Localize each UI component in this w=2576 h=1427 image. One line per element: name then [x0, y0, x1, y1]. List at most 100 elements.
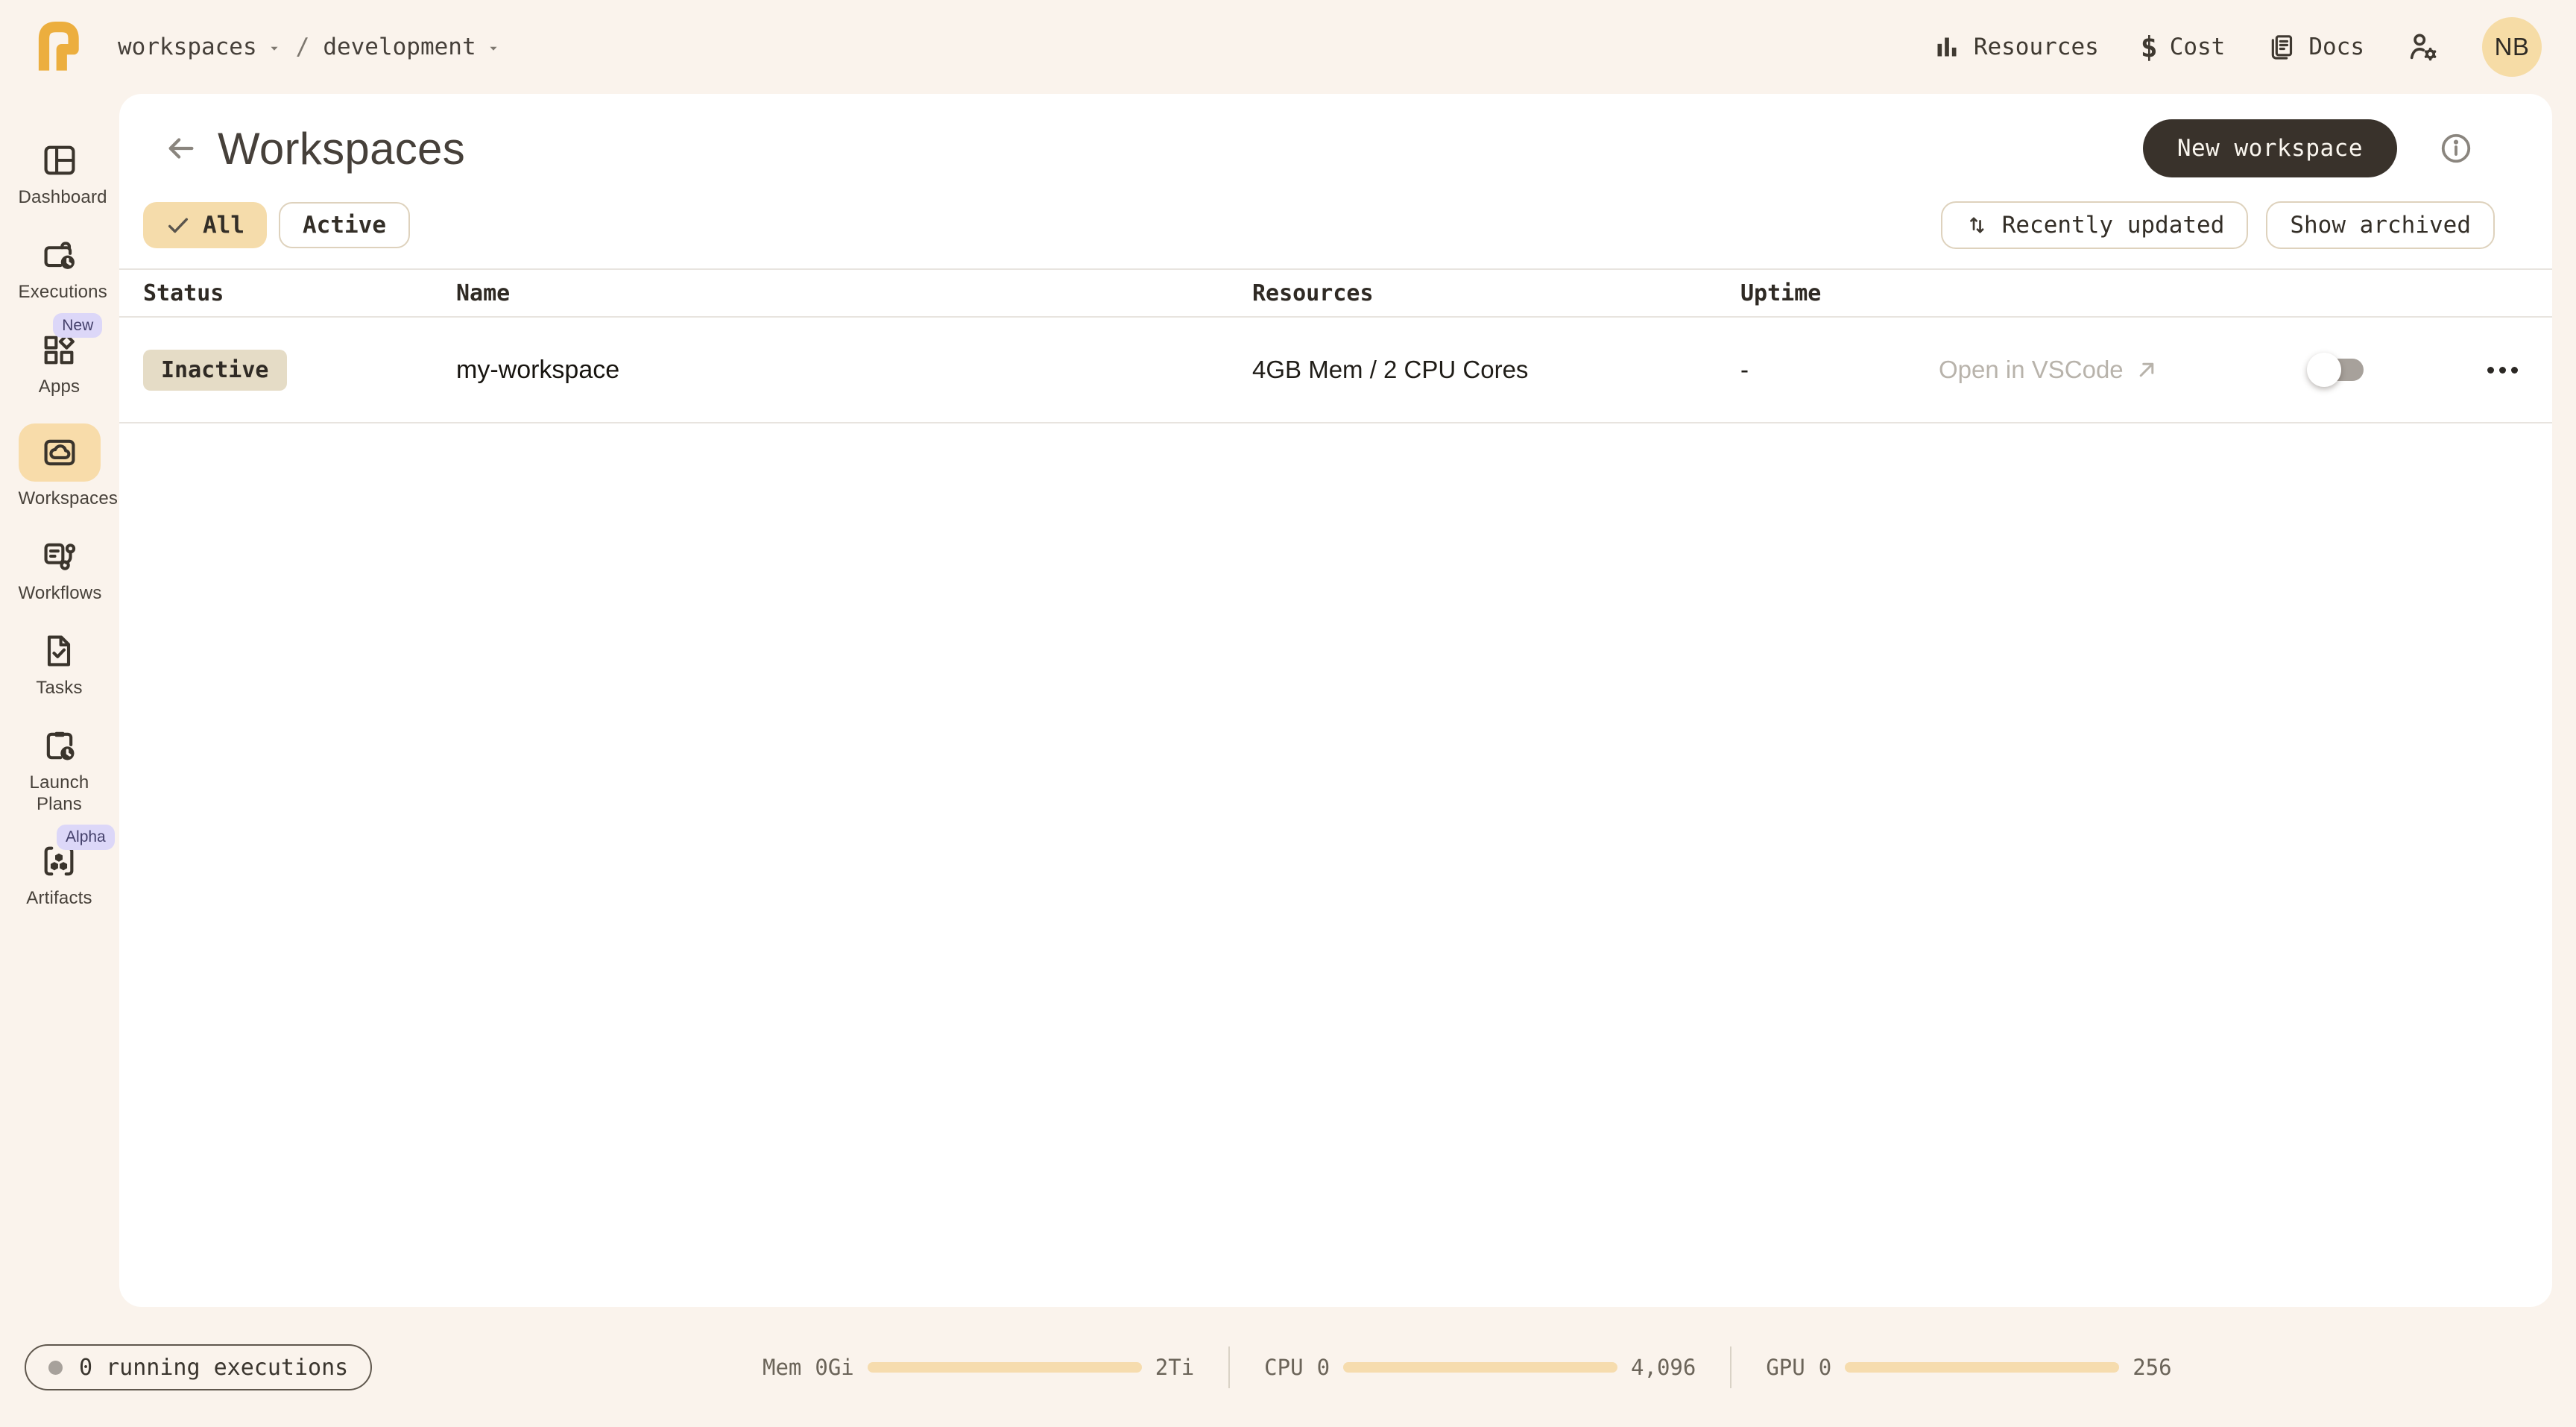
chevron-down-icon	[266, 40, 282, 57]
sidebar-item-label: Executions	[19, 282, 101, 303]
sidebar-item-label: Tasks	[36, 678, 82, 699]
docs-icon	[2267, 32, 2296, 62]
gpu-gauge-label: GPU	[1766, 1355, 1805, 1380]
launch-plans-icon-wrap	[40, 725, 79, 766]
open-in-vscode-label: Open in VSCode	[1939, 356, 2124, 384]
dashboard-icon	[40, 141, 79, 180]
bar-chart-icon	[1932, 32, 1962, 62]
sidebar-item-label: Workspaces	[19, 488, 101, 510]
new-badge: New	[53, 313, 102, 338]
workspace-resources: 4GB Mem / 2 CPU Cores	[1252, 356, 1740, 384]
status-dot	[48, 1361, 63, 1375]
sidebar-item-workflows[interactable]: Workflows	[19, 536, 101, 605]
nav-docs-label: Docs	[2308, 34, 2364, 60]
gpu-gauge-used: 0	[1819, 1355, 1831, 1380]
gpu-gauge-bar	[1845, 1362, 2119, 1373]
union-logo[interactable]	[30, 19, 86, 75]
toggle-knob	[2307, 353, 2341, 387]
filter-active-label: Active	[303, 212, 386, 239]
workspaces-panel: Workspaces New workspace All Active Rece…	[119, 94, 2552, 1307]
breadcrumb-project-label: workspaces	[118, 34, 257, 60]
sidebar-item-launch-plans[interactable]: Launch Plans	[19, 725, 101, 816]
column-header-resources: Resources	[1252, 280, 1740, 306]
sidebar-item-label: Artifacts	[26, 888, 92, 910]
mem-gauge-used: 0Gi	[815, 1355, 853, 1380]
workspace-name: my-workspace	[456, 356, 1252, 385]
breadcrumb-separator: /	[296, 34, 310, 60]
executions-icon	[40, 236, 79, 274]
show-archived-label: Show archived	[2290, 212, 2471, 239]
workflows-icon	[40, 537, 79, 576]
sidebar-item-artifacts[interactable]: Alpha Artifacts	[26, 841, 92, 910]
dollar-icon: $	[2141, 31, 2158, 63]
show-archived-button[interactable]: Show archived	[2266, 201, 2495, 249]
cpu-gauge: CPU 0 4,096	[1264, 1355, 1696, 1380]
row-menu-button[interactable]	[2453, 367, 2552, 374]
resource-gauges: Mem 0Gi 2Ti CPU 0 4,096 GPU 0 256	[763, 1343, 2172, 1391]
running-executions-label: 0 running executions	[79, 1355, 348, 1381]
table-row[interactable]: Inactive my-workspace 4GB Mem / 2 CPU Co…	[119, 318, 2552, 423]
page-title: Workspaces	[218, 123, 465, 174]
cpu-gauge-capacity: 4,096	[1631, 1355, 1696, 1380]
executions-icon-wrap	[40, 235, 79, 275]
workspaces-icon-wrap	[19, 423, 101, 482]
tasks-icon	[40, 631, 78, 670]
column-header-uptime: Uptime	[1740, 280, 1939, 306]
filter-all-chip[interactable]: All	[143, 202, 267, 248]
chevron-down-icon	[485, 40, 502, 57]
running-executions-chip[interactable]: 0 running executions	[25, 1344, 372, 1390]
gpu-gauge: GPU 0 256	[1766, 1355, 2171, 1380]
breadcrumb-domain-label: development	[323, 34, 476, 60]
sidebar: Dashboard Executions New Apps	[0, 94, 119, 1427]
tasks-icon-wrap	[40, 631, 78, 671]
external-link-icon	[2134, 357, 2159, 382]
avatar[interactable]: NB	[2482, 17, 2542, 77]
alpha-badge: Alpha	[57, 825, 115, 849]
nav-cost-label: Cost	[2170, 34, 2226, 60]
nav-resources[interactable]: Resources	[1932, 32, 2099, 62]
dashboard-icon-wrap	[40, 140, 79, 180]
sidebar-item-tasks[interactable]: Tasks	[36, 631, 82, 699]
workspace-toggle[interactable]	[2311, 359, 2364, 381]
sidebar-item-executions[interactable]: Executions	[19, 235, 101, 303]
gauge-divider	[1730, 1346, 1731, 1388]
workspaces-table: Status Name Resources Uptime Inactive my…	[119, 268, 2552, 423]
nav-docs[interactable]: Docs	[2267, 32, 2364, 62]
top-bar: workspaces / development Resources $ Cos…	[0, 0, 2576, 94]
top-nav: Resources $ Cost Docs NB	[1932, 17, 2542, 77]
sort-button[interactable]: Recently updated	[1941, 201, 2249, 249]
breadcrumb: workspaces / development	[118, 34, 502, 60]
status-badge: Inactive	[143, 350, 287, 391]
sidebar-item-apps[interactable]: New Apps	[39, 330, 80, 398]
sidebar-item-label: Launch Plans	[19, 772, 101, 816]
gpu-gauge-capacity: 256	[2133, 1355, 2171, 1380]
sort-arrows-icon	[1965, 212, 1990, 238]
workflows-icon-wrap	[40, 536, 79, 576]
launch-plans-icon	[40, 726, 79, 765]
sidebar-item-workspaces[interactable]: Workspaces	[19, 423, 101, 510]
cpu-gauge-bar	[1343, 1362, 1617, 1373]
sidebar-item-label: Apps	[39, 377, 80, 398]
user-gear-icon[interactable]	[2406, 30, 2440, 64]
breadcrumb-project-select[interactable]: workspaces	[118, 34, 282, 60]
workspace-uptime: -	[1740, 356, 1939, 384]
filter-row: All Active Recently updated Show archive…	[119, 201, 2552, 249]
sidebar-item-dashboard[interactable]: Dashboard	[19, 140, 101, 209]
cpu-gauge-label: CPU	[1264, 1355, 1303, 1380]
mem-gauge-label: Mem	[763, 1355, 801, 1380]
breadcrumb-domain-select[interactable]: development	[323, 34, 501, 60]
sort-button-label: Recently updated	[2002, 212, 2225, 239]
back-arrow-icon[interactable]	[164, 131, 198, 166]
nav-cost[interactable]: $ Cost	[2141, 31, 2226, 63]
column-header-name: Name	[456, 280, 1252, 306]
mem-gauge-bar	[868, 1362, 1142, 1373]
info-icon[interactable]	[2439, 131, 2473, 166]
open-in-vscode-link[interactable]: Open in VSCode	[1939, 356, 2311, 384]
table-header: Status Name Resources Uptime	[119, 268, 2552, 318]
filter-active-chip[interactable]: Active	[279, 202, 410, 248]
gauge-divider	[1228, 1346, 1230, 1388]
mem-gauge-capacity: 2Ti	[1155, 1355, 1194, 1380]
cpu-gauge-used: 0	[1317, 1355, 1330, 1380]
check-icon	[165, 212, 191, 238]
new-workspace-button[interactable]: New workspace	[2143, 119, 2397, 177]
